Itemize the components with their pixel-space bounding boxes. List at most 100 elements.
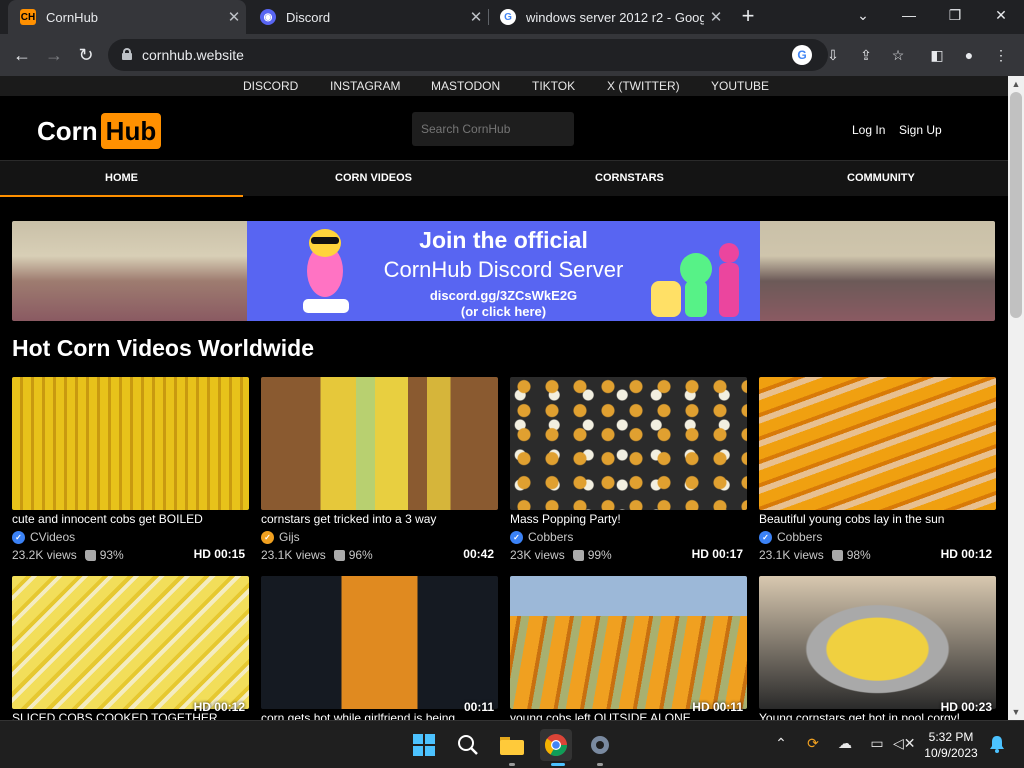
video-card[interactable]: HD 00:12 Beautiful young cobs lay in the… [759,377,996,567]
video-title[interactable]: Young cornstars get hot in pool corgy! [759,711,996,720]
video-card[interactable]: 00:11 corn gets hot while girlfriend is … [261,576,498,720]
site-header: Corn Hub Log In Sign Up [0,96,1008,160]
volume-muted-icon[interactable]: ◁✕ [893,735,916,752]
search-input[interactable] [412,112,574,146]
tab-title: windows server 2012 r2 - Googl [526,9,704,25]
chrome-icon[interactable] [540,729,572,761]
video-title[interactable]: Beautiful young cobs lay in the sun [759,512,996,526]
install-app-icon[interactable]: ⇩ [822,44,844,66]
video-stats: 23.2K views 93% [12,548,124,562]
network-icon[interactable]: ▭ [867,735,887,752]
profile-icon[interactable]: ● [958,44,980,66]
forward-button[interactable]: → [42,43,66,67]
sync-icon[interactable]: ⟳ [803,735,823,752]
scrollbar-thumb[interactable] [1010,92,1022,318]
bookmark-star-icon[interactable]: ☆ [887,44,909,66]
browser-toolbar: ← → ↻ cornhub.website G ⇩ ⇪ ☆ ◧ ● ⋮ [0,34,1024,76]
tab-google-search[interactable]: G windows server 2012 r2 - Googl ✕ [488,0,728,34]
video-title[interactable]: corn gets hot while girlfriend is being [261,711,498,720]
video-channel[interactable]: ✓ CVideos [12,530,75,544]
side-panel-icon[interactable]: ◧ [926,44,948,66]
scroll-down-arrow-icon[interactable]: ▼ [1008,704,1024,720]
google-lens-icon[interactable]: G [792,45,812,65]
video-duration: HD 00:17 [691,547,743,561]
reload-button[interactable]: ↻ [74,43,98,67]
social-link-youtube[interactable]: YOUTUBE [711,79,769,93]
lock-icon[interactable] [122,48,132,60]
tab-search-icon[interactable]: ⌄ [840,0,886,34]
banner-photo-left [12,221,247,321]
video-stats: 23.1K views 98% [759,548,871,562]
video-channel[interactable]: ✓ Cobbers [759,530,822,544]
verified-badge-icon: ✓ [261,530,274,544]
nav-corn-videos[interactable]: CORN VIDEOS [335,172,412,184]
search-icon[interactable] [452,729,484,761]
close-tab-icon[interactable]: ✕ [222,8,246,26]
video-thumbnail[interactable] [12,377,249,510]
video-card[interactable]: HD 00:15 cute and innocent cobs get BOIL… [12,377,249,567]
video-thumbnail[interactable] [261,377,498,510]
login-link[interactable]: Log In [852,123,885,137]
file-explorer-icon[interactable] [496,729,528,761]
channel-name[interactable]: CVideos [30,530,75,544]
video-thumbnail[interactable] [759,377,996,510]
video-card[interactable]: HD 00:12 SLICED COBS COOKED TOGETHER [12,576,249,720]
video-card[interactable]: 00:42 cornstars get tricked into a 3 way… [261,377,498,567]
taskbar-running-indicator [597,763,603,766]
taskbar-clock[interactable]: 5:32 PM 10/9/2023 [920,729,982,761]
tab-discord[interactable]: ◉ Discord ✕ [248,0,488,34]
rating: 96% [348,548,373,562]
video-channel[interactable]: ✓ Cobbers [510,530,573,544]
back-button[interactable]: ← [10,43,34,67]
social-link-discord[interactable]: DISCORD [243,79,298,93]
video-title[interactable]: cute and innocent cobs get BOILED [12,512,249,526]
close-tab-icon[interactable]: ✕ [704,8,728,26]
nav-cornstars[interactable]: CORNSTARS [595,172,664,184]
onedrive-cloud-icon[interactable]: ☁ [835,735,855,752]
channel-name[interactable]: Cobbers [777,530,822,544]
video-card[interactable]: HD 00:17 Mass Popping Party! ✓ Cobbers 23… [510,377,747,567]
video-thumbnail[interactable] [261,576,498,709]
nav-community[interactable]: COMMUNITY [847,172,915,184]
scroll-up-arrow-icon[interactable]: ▲ [1008,76,1024,92]
social-link-mastodon[interactable]: MASTODON [431,79,500,93]
menu-kebab-icon[interactable]: ⋮ [990,44,1012,66]
notification-bell-icon[interactable] [988,735,1006,753]
video-title[interactable]: cornstars get tricked into a 3 way [261,512,498,526]
video-card[interactable]: HD 00:23 Young cornstars get hot in pool… [759,576,996,720]
social-link-x[interactable]: X (TWITTER) [607,79,680,93]
social-link-tiktok[interactable]: TIKTOK [532,79,575,93]
thumbs-up-icon [572,549,584,561]
share-icon[interactable]: ⇪ [855,44,877,66]
video-thumbnail[interactable] [510,576,747,709]
channel-name[interactable]: Cobbers [528,530,573,544]
settings-gear-icon[interactable] [584,729,616,761]
banner-photo-right [760,221,995,321]
close-tab-icon[interactable]: ✕ [464,8,488,26]
restore-button[interactable]: ❐ [932,0,978,34]
video-channel[interactable]: ✓ Gijs [261,530,300,544]
close-window-button[interactable]: ✕ [978,0,1024,34]
nav-home[interactable]: HOME [105,172,138,184]
video-thumbnail[interactable] [12,576,249,709]
video-thumbnail[interactable] [510,377,747,510]
video-title[interactable]: SLICED COBS COOKED TOGETHER [12,711,249,720]
video-stats: 23K views 99% [510,548,612,562]
address-bar[interactable]: cornhub.website G [108,39,828,71]
show-hidden-icons-chevron-icon[interactable]: ⌃ [771,735,791,752]
windows-start-icon[interactable] [408,729,440,761]
url-text[interactable]: cornhub.website [142,47,244,63]
site-logo[interactable]: Corn Hub [37,113,162,149]
video-thumbnail[interactable] [759,576,996,709]
discord-banner[interactable]: Join the official CornHub Discord Server… [12,221,995,321]
new-tab-button[interactable]: + [736,5,760,29]
video-title[interactable]: young cobs left OUTSIDE ALONE [510,711,747,720]
social-link-instagram[interactable]: INSTAGRAM [330,79,400,93]
channel-name[interactable]: Gijs [279,530,300,544]
tab-cornhub[interactable]: CH CornHub ✕ [8,0,246,34]
signup-link[interactable]: Sign Up [899,123,942,137]
minimize-button[interactable]: — [886,0,932,34]
page-scrollbar[interactable]: ▲ ▼ [1008,76,1024,720]
video-card[interactable]: HD 00:11 young cobs left OUTSIDE ALONE [510,576,747,720]
video-title[interactable]: Mass Popping Party! [510,512,747,526]
